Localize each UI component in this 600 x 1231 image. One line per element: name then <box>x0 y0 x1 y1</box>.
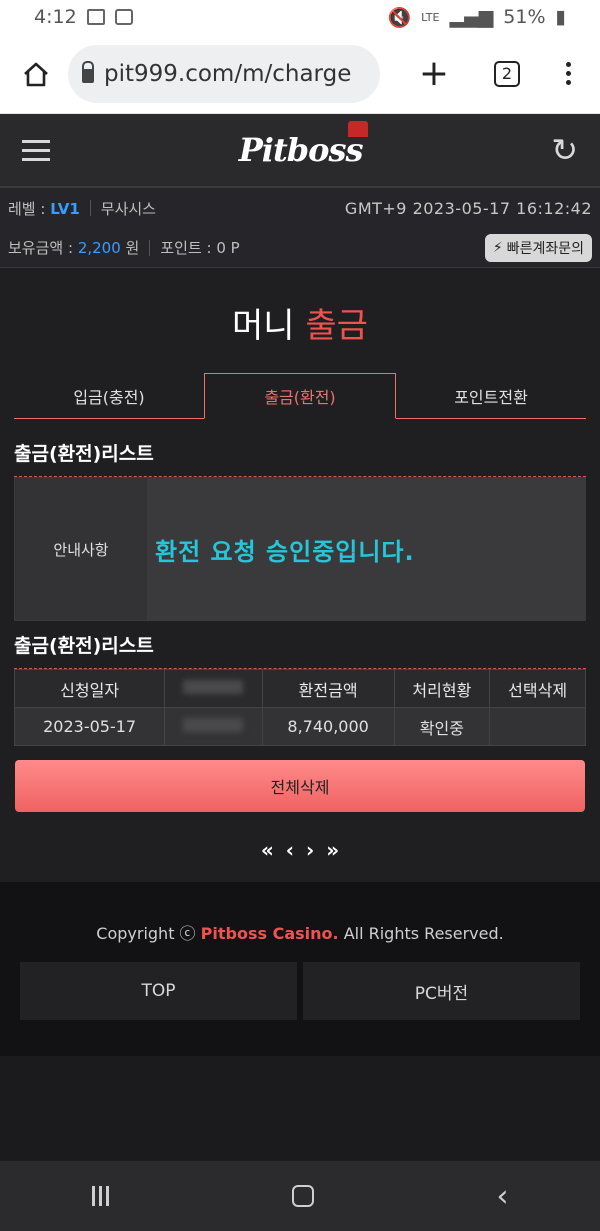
next-page-icon[interactable]: › <box>306 838 314 862</box>
main-content: 머니 출금 입금(충전) 출금(환전) 포인트전환 출금(환전)리스트 안내사항… <box>0 268 600 882</box>
last-page-icon[interactable]: » <box>326 838 339 862</box>
camera-icon <box>114 9 133 25</box>
tab-switcher-button[interactable]: 2 <box>494 60 520 87</box>
page-title: 머니 출금 <box>232 306 368 346</box>
divider <box>149 239 151 256</box>
hamburger-icon[interactable] <box>22 139 50 161</box>
home-nav-icon[interactable] <box>291 1185 314 1207</box>
copyright: Copyright ⓒ Pitboss Casino. All Rights R… <box>96 924 504 943</box>
table-header-row: 신청일자 환전금액 처리현황 선택삭제 <box>13 669 586 708</box>
back-icon[interactable]: ‹ <box>497 1179 509 1214</box>
balance-value: 2,200 <box>77 239 121 257</box>
balance-row: 보유금액 : 2,200 원 포인트 : 0 P ⚡ 빠른계좌문의 <box>0 228 600 268</box>
notice-label: 안내사항 <box>15 478 147 620</box>
footer: Copyright ⓒ Pitboss Casino. All Rights R… <box>0 882 600 1056</box>
column-header-redacted <box>164 669 263 708</box>
menu-dot-icon <box>566 71 571 76</box>
table-row: 2023-05-17 8,740,000 확인중 <box>13 707 586 746</box>
new-tab-button[interactable]: + <box>414 53 454 94</box>
brand-name: Pitboss Casino. <box>200 924 339 943</box>
server-time: GMT+9 2023-05-17 16:12:42 <box>344 198 592 218</box>
hat-icon <box>348 121 369 137</box>
points-value: 0 P <box>216 239 240 257</box>
menu-dot-icon <box>566 62 571 67</box>
section-title-list: 출금(환전)리스트 <box>14 635 154 657</box>
cell-date: 2023-05-17 <box>13 707 166 746</box>
battery-label: 51% <box>503 6 546 28</box>
tab-withdraw[interactable]: 출금(환전) <box>204 373 396 419</box>
android-nav-bar: ‹ <box>0 1161 600 1231</box>
lightning-icon: ⚡ <box>492 239 503 256</box>
cell-status: 확인중 <box>393 707 491 746</box>
url-text: pit999.com/m/charge <box>104 60 352 87</box>
lock-icon <box>82 60 94 83</box>
tab-row: 입금(충전) 출금(환전) 포인트전환 <box>14 373 586 419</box>
url-bar[interactable]: pit999.com/m/charge <box>68 44 380 103</box>
cell-delete[interactable] <box>489 707 586 746</box>
quick-account-inquiry-button[interactable]: ⚡ 빠른계좌문의 <box>484 233 592 262</box>
balance-info: 보유금액 : 2,200 원 <box>8 239 140 257</box>
cell-redacted <box>164 707 263 746</box>
level-value: LV1 <box>50 199 80 218</box>
status-bar: 4:12 🔇 LTE ▂▄▆ 51% ▮ <box>0 0 600 34</box>
notice-box: 안내사항 환전 요청 승인중입니다. <box>14 477 586 621</box>
column-header-amount: 환전금액 <box>261 669 395 708</box>
mute-icon: 🔇 <box>387 6 412 29</box>
site-logo[interactable]: Pitboss <box>238 121 369 169</box>
section-title-notice: 출금(환전)리스트 <box>14 443 154 465</box>
column-header-delete: 선택삭제 <box>489 669 586 708</box>
logo-text: Pitboss <box>238 131 364 169</box>
first-page-icon[interactable]: « <box>261 838 274 862</box>
divider <box>89 200 91 216</box>
recents-icon[interactable] <box>91 1186 109 1206</box>
withdraw-table: 신청일자 환전금액 처리현황 선택삭제 2023-05-17 8,740,000… <box>13 669 586 746</box>
home-button[interactable] <box>18 56 54 92</box>
tab-deposit[interactable]: 입금(충전) <box>14 373 204 418</box>
pagination: « ‹ › » <box>0 812 600 872</box>
top-button[interactable]: TOP <box>20 962 297 1020</box>
pc-version-button[interactable]: PC버전 <box>303 962 580 1020</box>
network-label: LTE <box>421 10 440 24</box>
notice-text: 환전 요청 승인중입니다. <box>147 478 585 620</box>
signal-icon: ▂▄▆ <box>449 6 494 28</box>
tab-point-convert[interactable]: 포인트전환 <box>396 373 586 418</box>
menu-button[interactable] <box>566 62 571 85</box>
prev-page-icon[interactable]: ‹ <box>286 838 294 862</box>
menu-dot-icon <box>566 80 571 85</box>
column-header-status: 처리현황 <box>393 669 491 708</box>
points-info: 포인트 : 0 P <box>160 239 240 257</box>
browser-bar: pit999.com/m/charge + 2 <box>0 34 600 114</box>
battery-icon: ▮ <box>555 6 566 28</box>
column-header-date: 신청일자 <box>13 669 166 708</box>
clock: 4:12 <box>34 6 77 28</box>
home-icon <box>24 62 48 86</box>
site-header: Pitboss ↻ <box>0 114 600 188</box>
user-info-row: 레벨 : LV1 무사시스 GMT+9 2023-05-17 16:12:42 <box>0 188 600 228</box>
username: 무사시스 <box>100 199 156 218</box>
level-label: 레벨 : LV1 <box>8 199 80 218</box>
delete-all-button[interactable]: 전체삭제 <box>15 760 585 812</box>
refresh-icon[interactable]: ↻ <box>551 131 578 169</box>
cell-amount: 8,740,000 <box>261 707 395 746</box>
image-icon <box>86 9 105 25</box>
